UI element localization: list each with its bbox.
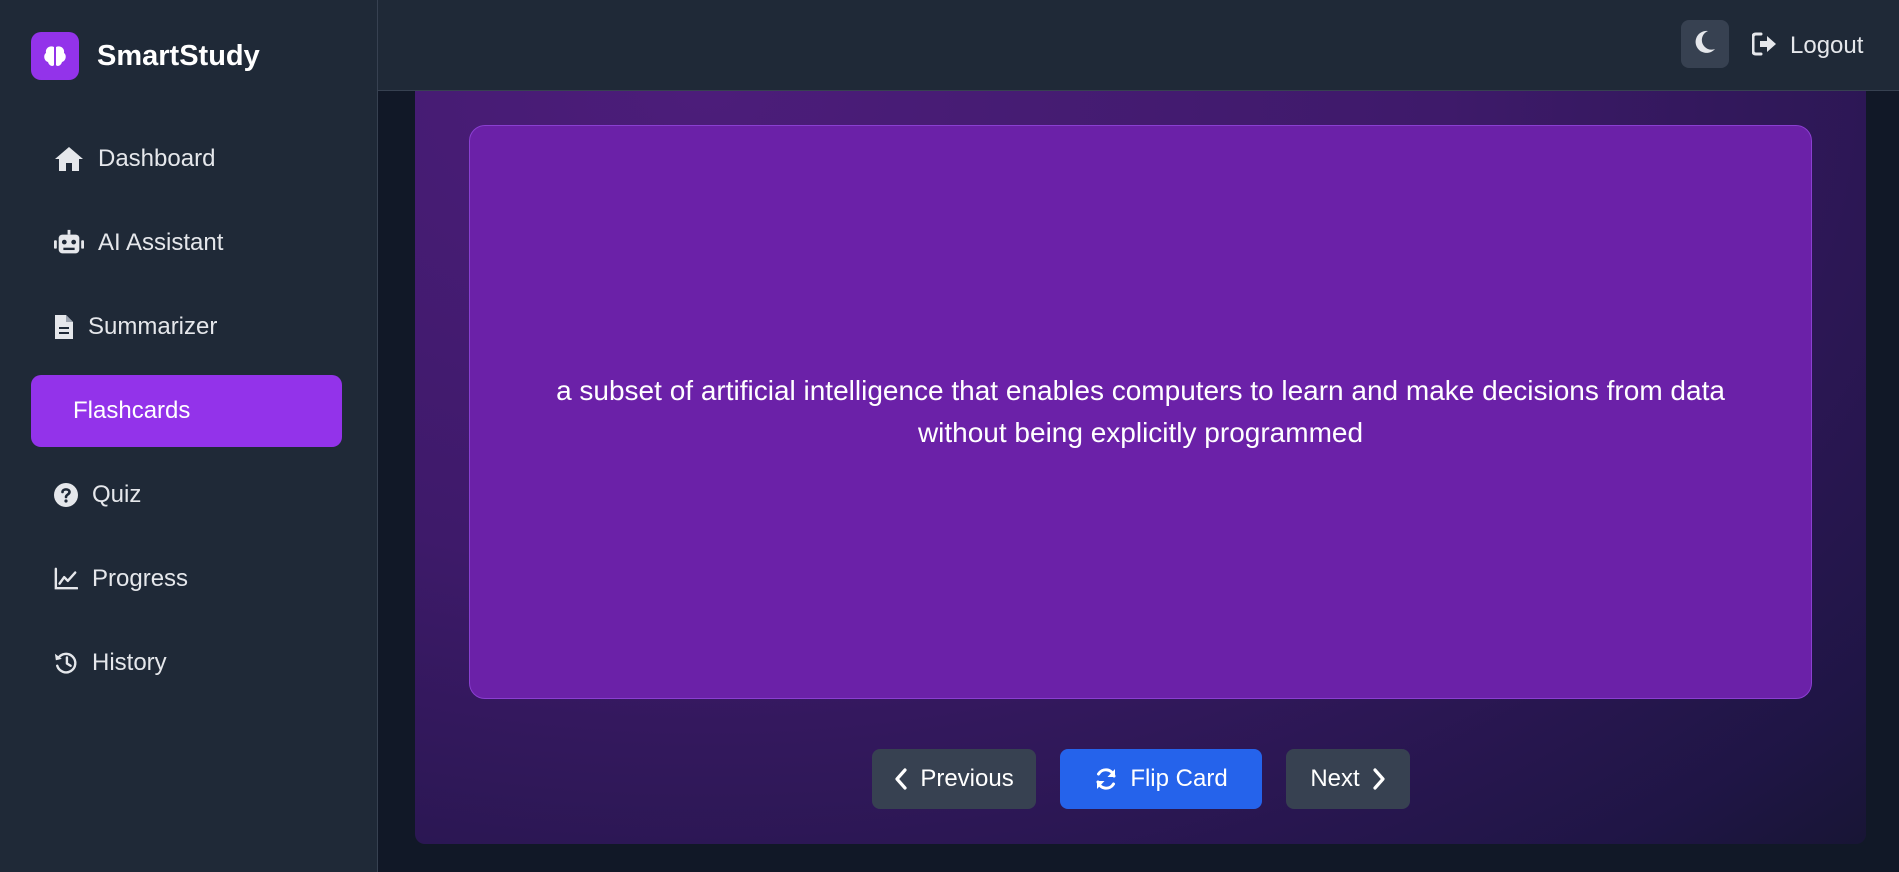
next-label: Next: [1310, 765, 1360, 792]
home-icon: [54, 144, 84, 174]
sidebar-item-ai-assistant[interactable]: AI Assistant: [31, 207, 342, 279]
logout-button[interactable]: Logout: [1751, 26, 1864, 66]
top-header: Logout: [378, 0, 1899, 91]
sidebar-item-history[interactable]: History: [31, 627, 342, 699]
sidebar-nav: Dashboard AI Assistant Summarizer Flashc…: [31, 123, 342, 711]
sign-out-icon: [1751, 32, 1778, 61]
next-button[interactable]: Next: [1286, 749, 1410, 809]
sidebar-item-label: Summarizer: [88, 313, 218, 340]
theme-toggle-button[interactable]: [1681, 20, 1729, 68]
sidebar-item-progress[interactable]: Progress: [31, 543, 342, 615]
chevron-right-icon: [1372, 768, 1386, 790]
previous-label: Previous: [920, 765, 1014, 792]
brand[interactable]: SmartStudy: [31, 32, 260, 80]
sidebar-item-label: Dashboard: [98, 145, 216, 172]
sidebar-item-quiz[interactable]: Quiz: [31, 459, 342, 531]
flip-card-label: Flip Card: [1130, 765, 1228, 792]
flashcard[interactable]: a subset of artificial intelligence that…: [469, 125, 1812, 699]
flashcard-controls: Previous Flip Card Next: [415, 749, 1866, 809]
moon-icon: [1694, 30, 1716, 59]
brain-icon: [31, 32, 79, 80]
question-circle-icon: [54, 480, 78, 510]
previous-button[interactable]: Previous: [872, 749, 1036, 809]
chart-line-icon: [54, 564, 78, 594]
flashcard-panel: a subset of artificial intelligence that…: [415, 91, 1866, 844]
sidebar-item-label: Quiz: [92, 481, 142, 508]
sync-icon: [1094, 767, 1118, 791]
sidebar-item-flashcards[interactable]: Flashcards: [31, 375, 342, 447]
app-name: SmartStudy: [97, 39, 260, 72]
sidebar-item-dashboard[interactable]: Dashboard: [31, 123, 342, 195]
file-icon: [54, 312, 74, 342]
sidebar: SmartStudy Dashboard AI Assistant Summar…: [0, 0, 378, 872]
flip-card-button[interactable]: Flip Card: [1060, 749, 1262, 809]
sidebar-item-label: Progress: [92, 565, 189, 592]
history-icon: [54, 648, 78, 678]
flashcard-text: a subset of artificial intelligence that…: [556, 375, 1725, 448]
logout-label: Logout: [1790, 32, 1864, 59]
sidebar-item-summarizer[interactable]: Summarizer: [31, 291, 342, 363]
chevron-left-icon: [894, 768, 908, 790]
sidebar-item-label: History: [92, 649, 167, 676]
sidebar-item-label: AI Assistant: [98, 229, 224, 256]
sidebar-item-label: Flashcards: [73, 397, 191, 424]
robot-icon: [54, 228, 84, 258]
